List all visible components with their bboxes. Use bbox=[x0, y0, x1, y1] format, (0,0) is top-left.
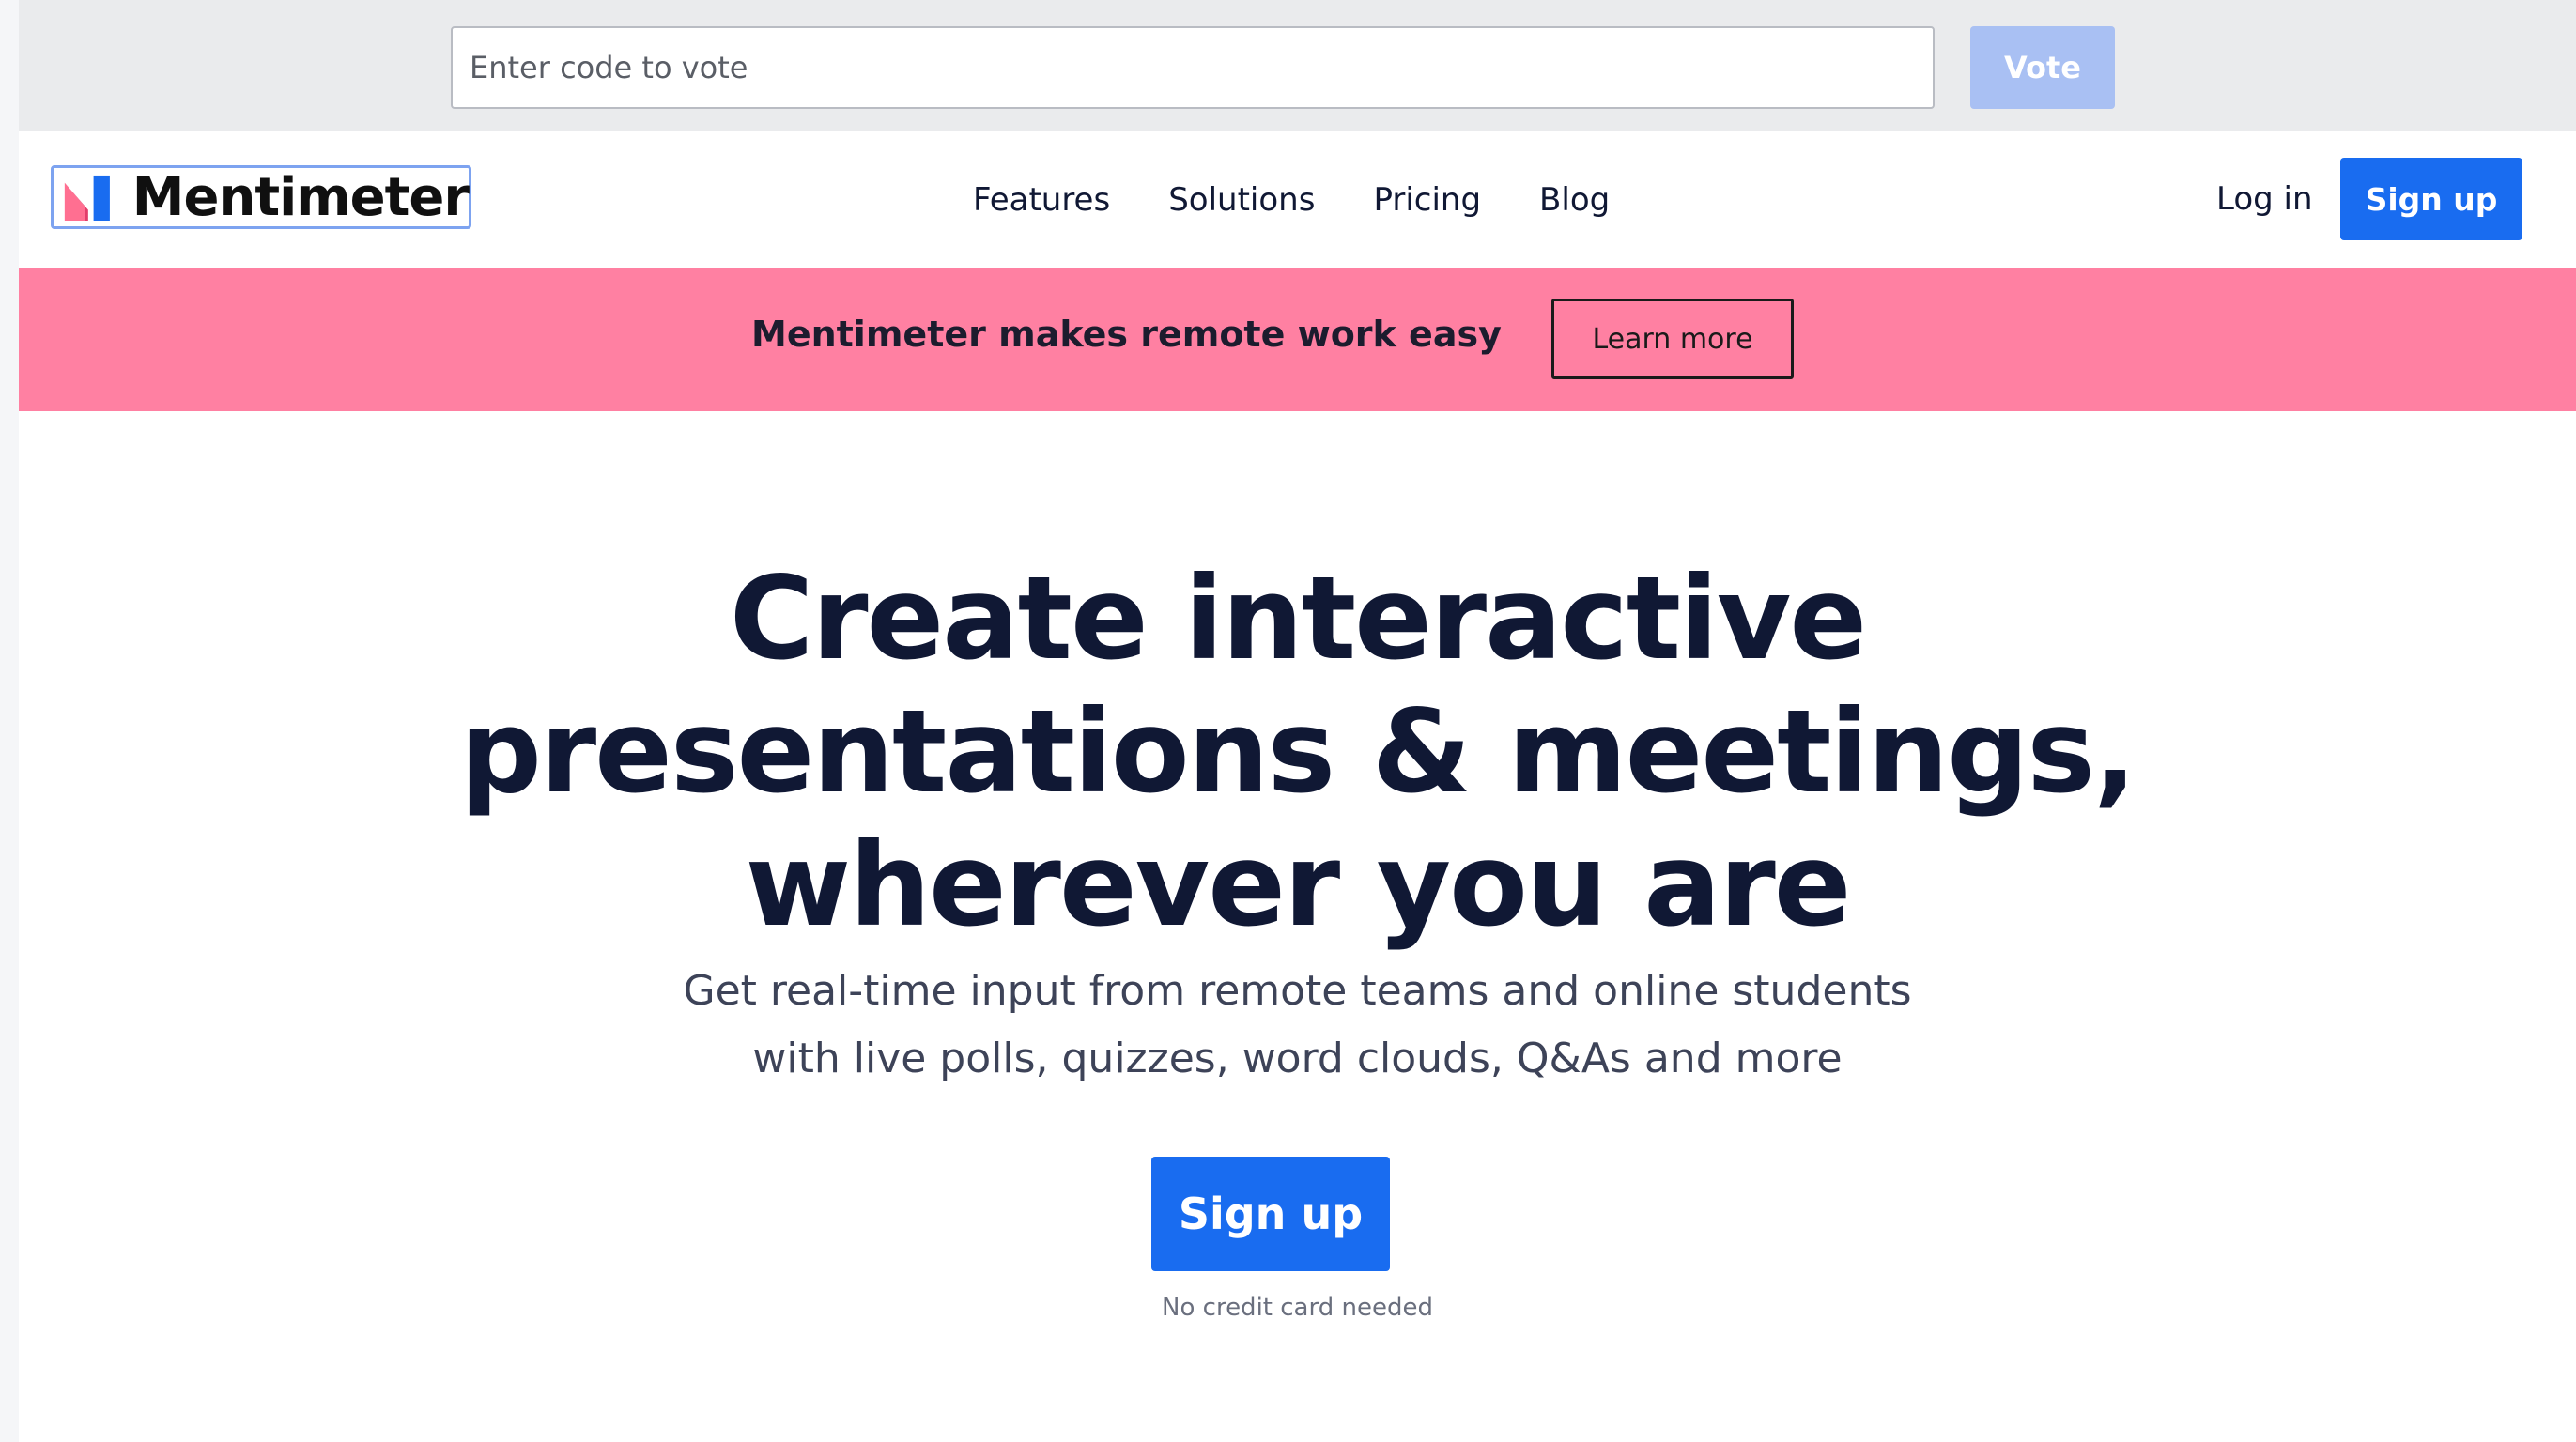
hero-subtitle-line: with live polls, quizzes, word clouds, Q… bbox=[752, 1035, 1843, 1082]
nav-link-solutions[interactable]: Solutions bbox=[1168, 181, 1315, 219]
hero-title-line: presentations & meetings, bbox=[459, 685, 2137, 819]
vote-code-bar: Vote bbox=[19, 0, 2576, 131]
logo-wordmark: Mentimeter bbox=[131, 166, 470, 228]
learn-more-button[interactable]: Learn more bbox=[1551, 299, 1794, 379]
mentimeter-logo-icon bbox=[61, 174, 114, 221]
hero-subtitle-line: Get real-time input from remote teams an… bbox=[683, 967, 1912, 1015]
nav-link-features[interactable]: Features bbox=[973, 181, 1110, 219]
main-navigation: Mentimeter Features Solutions Pricing Bl… bbox=[19, 131, 2576, 268]
page-left-edge bbox=[0, 0, 19, 1442]
nav-signup-button[interactable]: Sign up bbox=[2340, 158, 2522, 240]
vote-button[interactable]: Vote bbox=[1970, 26, 2115, 109]
hero-section: Create interactive presentations & meeti… bbox=[19, 411, 2576, 1442]
nav-links: Features Solutions Pricing Blog bbox=[973, 131, 1610, 268]
no-credit-card-note: No credit card needed bbox=[1162, 1294, 1433, 1322]
hero-signup-button[interactable]: Sign up bbox=[1151, 1157, 1390, 1271]
login-link[interactable]: Log in bbox=[2216, 180, 2313, 218]
banner-text: Mentimeter makes remote work easy bbox=[751, 314, 1502, 355]
hero-title-line: wherever you are bbox=[745, 819, 1851, 952]
nav-link-blog[interactable]: Blog bbox=[1539, 181, 1610, 219]
promo-banner: Mentimeter makes remote work easy Learn … bbox=[19, 268, 2576, 411]
nav-link-pricing[interactable]: Pricing bbox=[1373, 181, 1481, 219]
hero-title: Create interactive presentations & meeti… bbox=[19, 552, 2576, 952]
hero-title-line: Create interactive bbox=[729, 552, 1867, 685]
hero-subtitle: Get real-time input from remote teams an… bbox=[19, 958, 2576, 1093]
vote-code-input[interactable] bbox=[451, 26, 1935, 109]
mentimeter-logo[interactable]: Mentimeter bbox=[51, 165, 471, 229]
